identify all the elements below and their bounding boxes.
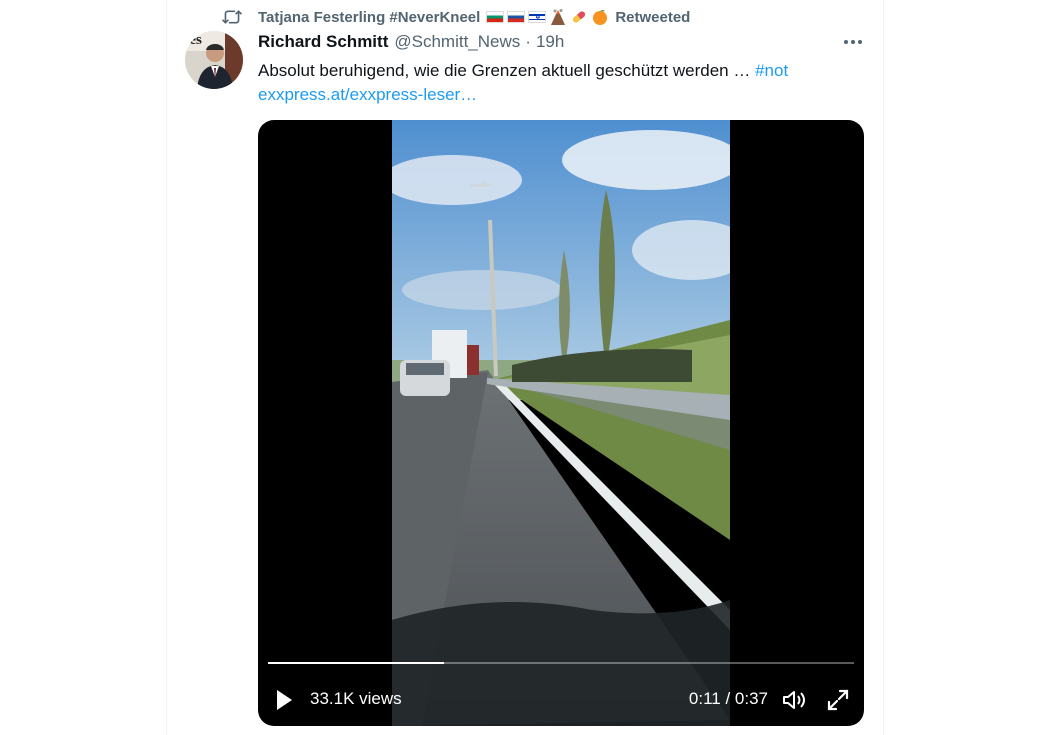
tweet-time[interactable]: 19h [536, 32, 564, 52]
view-count: 33.1K views [310, 689, 402, 708]
retweet-context: Tatjana Festerling #NeverKneel ✡ Retweet… [222, 6, 690, 28]
emoji-group: ✡ [486, 8, 609, 26]
play-icon[interactable] [272, 688, 296, 712]
video-timecode: 0:11 / 0:37 [688, 689, 768, 708]
video-frame[interactable] [392, 120, 730, 726]
more-options-icon[interactable] [838, 30, 868, 54]
author-handle[interactable]: @Schmitt_News [394, 32, 520, 52]
tweet-body: Absolut beruhigend, wie die Grenzen aktu… [258, 61, 751, 80]
hashtag-link[interactable]: #not [755, 61, 788, 80]
pill-icon [570, 8, 588, 26]
retweet-icon [222, 8, 244, 26]
url-link[interactable]: exxpress.at/exxpress-leser… [258, 85, 477, 104]
orange-icon [591, 8, 609, 26]
tweet-text: Absolut beruhigend, wie die Grenzen aktu… [258, 59, 858, 107]
progress-fill [268, 662, 444, 664]
volcano-icon [549, 8, 567, 26]
fullscreen-icon[interactable] [824, 686, 852, 714]
retweeter-name[interactable]: Tatjana Festerling #NeverKneel [258, 9, 480, 26]
flag-israel-icon: ✡ [528, 11, 547, 23]
flag-bulgaria-icon [486, 11, 505, 23]
progress-bar[interactable] [268, 662, 854, 664]
tweet-author: Richard Schmitt @Schmitt_News · 19h [258, 32, 564, 52]
retweeted-label: Retweeted [615, 8, 691, 26]
avatar[interactable]: res [185, 31, 243, 89]
author-name[interactable]: Richard Schmitt [258, 32, 388, 52]
video-player[interactable]: 33.1K views 0:11 / 0:37 [258, 120, 864, 726]
video-controls: 33.1K views 0:11 / 0:37 [258, 680, 864, 720]
flag-russia-icon [507, 11, 526, 23]
volume-icon[interactable] [780, 686, 808, 714]
separator: · [525, 32, 531, 51]
